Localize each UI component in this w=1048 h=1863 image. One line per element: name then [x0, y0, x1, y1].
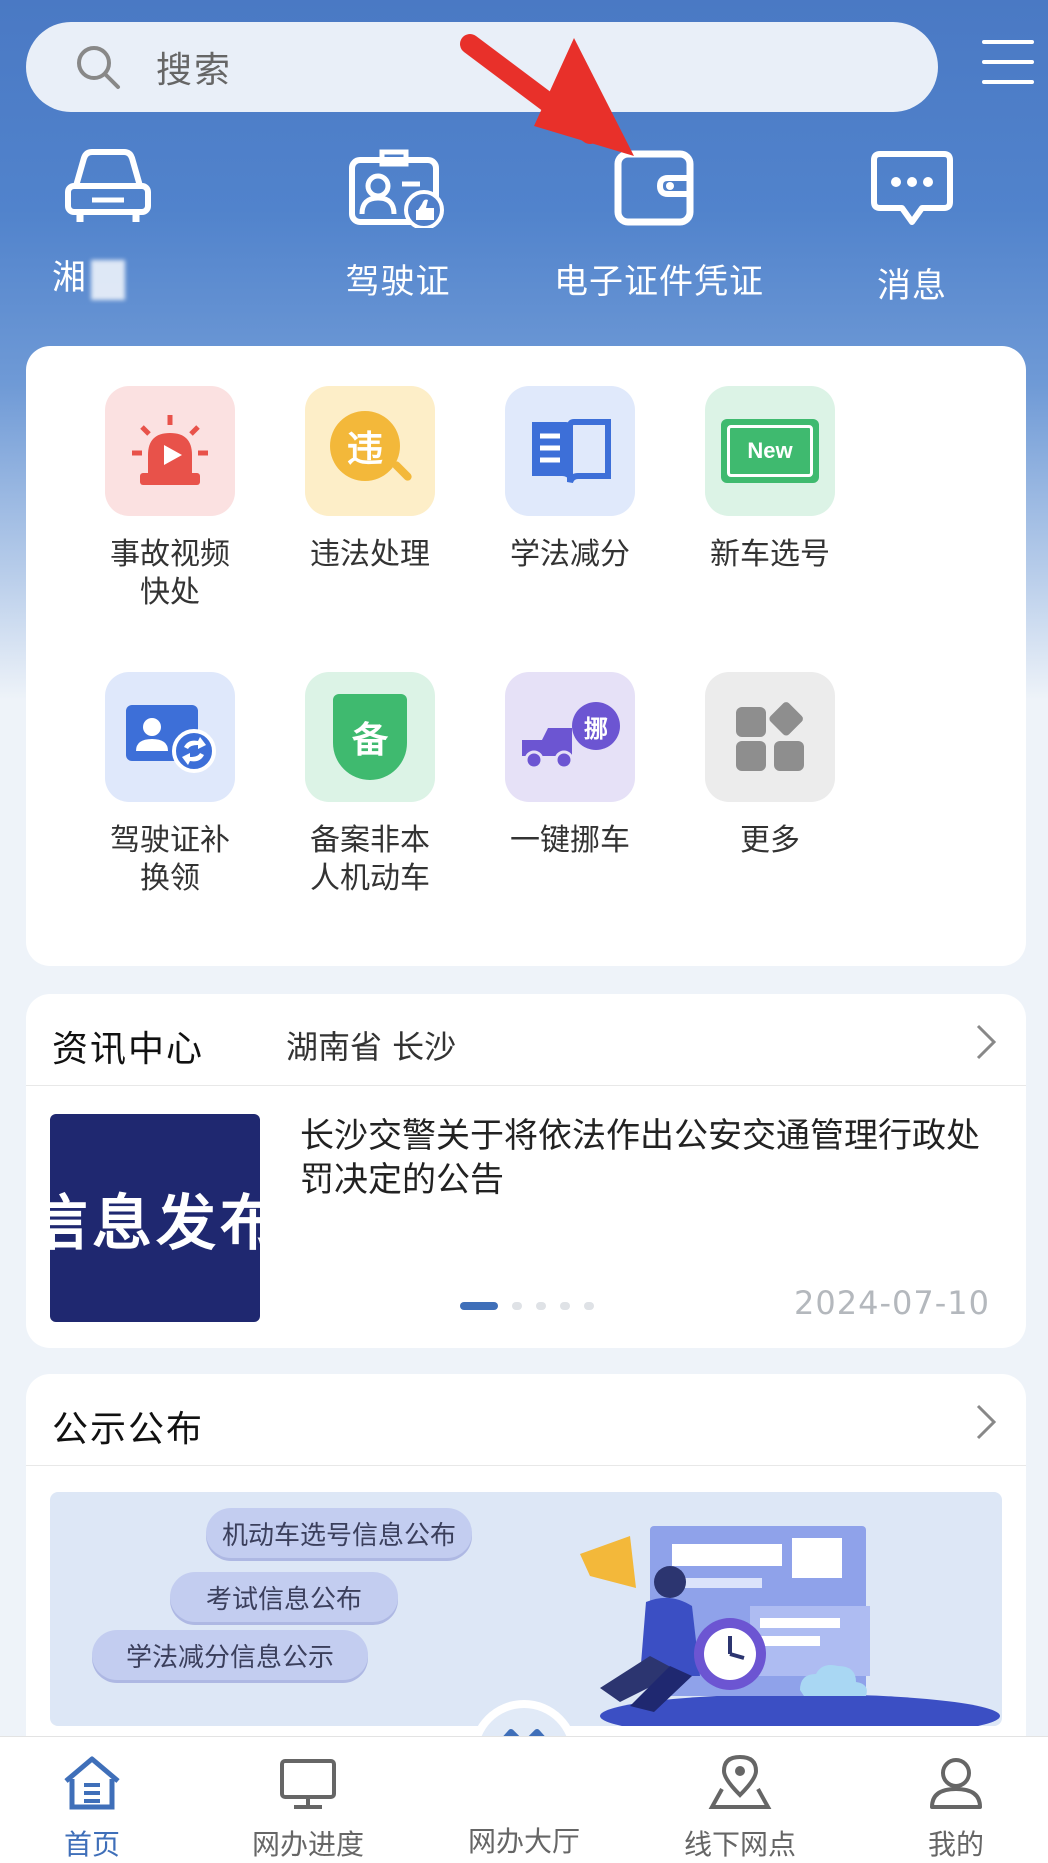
service-label: 备案非本人机动车 [310, 823, 430, 896]
violation-icon: 违 [305, 386, 435, 516]
alarm-video-icon [105, 386, 235, 516]
license-icon [349, 149, 444, 228]
book-icon [505, 386, 635, 516]
grid-icon [705, 672, 835, 802]
shortcut-messages[interactable]: 消息 [812, 148, 1012, 307]
annotation-arrow-icon [460, 34, 634, 156]
shortcut-label-license: 驾驶证 [345, 262, 451, 302]
announcement-illustration-icon [580, 1526, 1000, 1726]
search-placeholder: 搜索 [156, 50, 233, 91]
news-header[interactable]: 资讯中心 湖南省 长沙 [26, 994, 1026, 1086]
service-register-vehicle[interactable]: 备 备案非本人机动车 [270, 672, 470, 898]
nav-home[interactable]: 首页 [2, 1755, 182, 1863]
nav-label: 首页 [63, 1828, 120, 1861]
map-pin-icon [708, 1755, 772, 1809]
wallet-icon [614, 150, 694, 226]
service-more[interactable]: 更多 [670, 672, 870, 860]
news-thumbnail[interactable]: 信息发布 [50, 1114, 260, 1322]
pill-study-law[interactable]: 学法减分信息公示 [92, 1630, 368, 1680]
nav-label: 网办进度 [251, 1828, 364, 1861]
news-title: 资讯中心 [52, 1029, 205, 1070]
service-label: 违法处理 [310, 537, 430, 572]
service-violation[interactable]: 违 违法处理 [270, 386, 470, 574]
service-label: 更多 [740, 823, 800, 858]
nav-label: 我的 [927, 1828, 984, 1861]
menu-icon[interactable] [982, 40, 1034, 88]
nav-label: 线下网点 [683, 1828, 796, 1861]
home-icon [64, 1756, 120, 1810]
service-accident-video[interactable]: 事故视频快处 [70, 386, 270, 612]
message-icon [871, 151, 953, 225]
carousel-indicator [460, 1302, 608, 1310]
nav-profile[interactable]: 我的 [866, 1755, 1046, 1863]
shortcut-vehicle[interactable]: 湘 [8, 148, 208, 300]
car-icon [65, 149, 151, 222]
announcements-title: 公示公布 [52, 1409, 205, 1450]
shortcut-label-e-certificate: 电子证件凭证 [554, 262, 764, 302]
shortcut-label-messages: 消息 [877, 266, 947, 306]
shield-icon: 备 [305, 672, 435, 802]
announcements-banner[interactable]: 机动车选号信息公布 考试信息公布 学法减分信息公示 [50, 1492, 1002, 1726]
announcements-header[interactable]: 公示公布 [26, 1374, 1026, 1466]
chevron-right-icon[interactable] [974, 1022, 998, 1062]
service-move-car[interactable]: 挪 一键挪车 [470, 672, 670, 860]
tow-truck-icon: 挪 [505, 672, 635, 802]
nav-progress[interactable]: 网办进度 [218, 1755, 398, 1863]
pill-exam-info[interactable]: 考试信息公布 [170, 1572, 398, 1622]
shortcut-label-vehicle: 湘 [52, 258, 87, 298]
news-location: 湖南省 长沙 [286, 1028, 457, 1066]
service-label: 一键挪车 [510, 823, 630, 858]
service-license-exchange[interactable]: 驾驶证补换领 [70, 672, 270, 898]
search-icon [77, 46, 120, 89]
news-date: 2024-07-10 [794, 1284, 990, 1322]
service-label: 事故视频快处 [110, 537, 230, 610]
plate-redaction [91, 259, 125, 300]
nav-service-hall-label[interactable]: 网办大厅 [434, 1820, 614, 1860]
service-label: 驾驶证补换领 [110, 823, 230, 896]
monitor-icon [280, 1759, 336, 1809]
news-headline[interactable]: 长沙交警关于将依法作出公安交通管理行政处罚决定的公告 [300, 1114, 1000, 1202]
service-label: 学法减分 [510, 537, 630, 572]
service-new-plate[interactable]: New 新车选号 [670, 386, 870, 574]
services-card: 事故视频快处 违 违法处理 学法减分 New 新车选号 驾驶证补换领 备 备案非… [26, 346, 1026, 966]
service-label: 新车选号 [710, 537, 830, 572]
shortcut-license[interactable]: 驾驶证 [298, 148, 498, 303]
news-card: 资讯中心 湖南省 长沙 信息发布 长沙交警关于将依法作出公安交通管理行政处罚决定… [26, 994, 1026, 1348]
user-icon [930, 1758, 982, 1809]
nav-offline-points[interactable]: 线下网点 [650, 1755, 830, 1863]
pill-plate-selection[interactable]: 机动车选号信息公布 [206, 1508, 472, 1558]
shortcut-e-certificate[interactable]: 电子证件凭证 [554, 148, 764, 303]
license-exchange-icon [105, 672, 235, 802]
new-plate-icon: New [705, 386, 835, 516]
service-study-law[interactable]: 学法减分 [470, 386, 670, 574]
chevron-right-icon[interactable] [974, 1402, 998, 1442]
